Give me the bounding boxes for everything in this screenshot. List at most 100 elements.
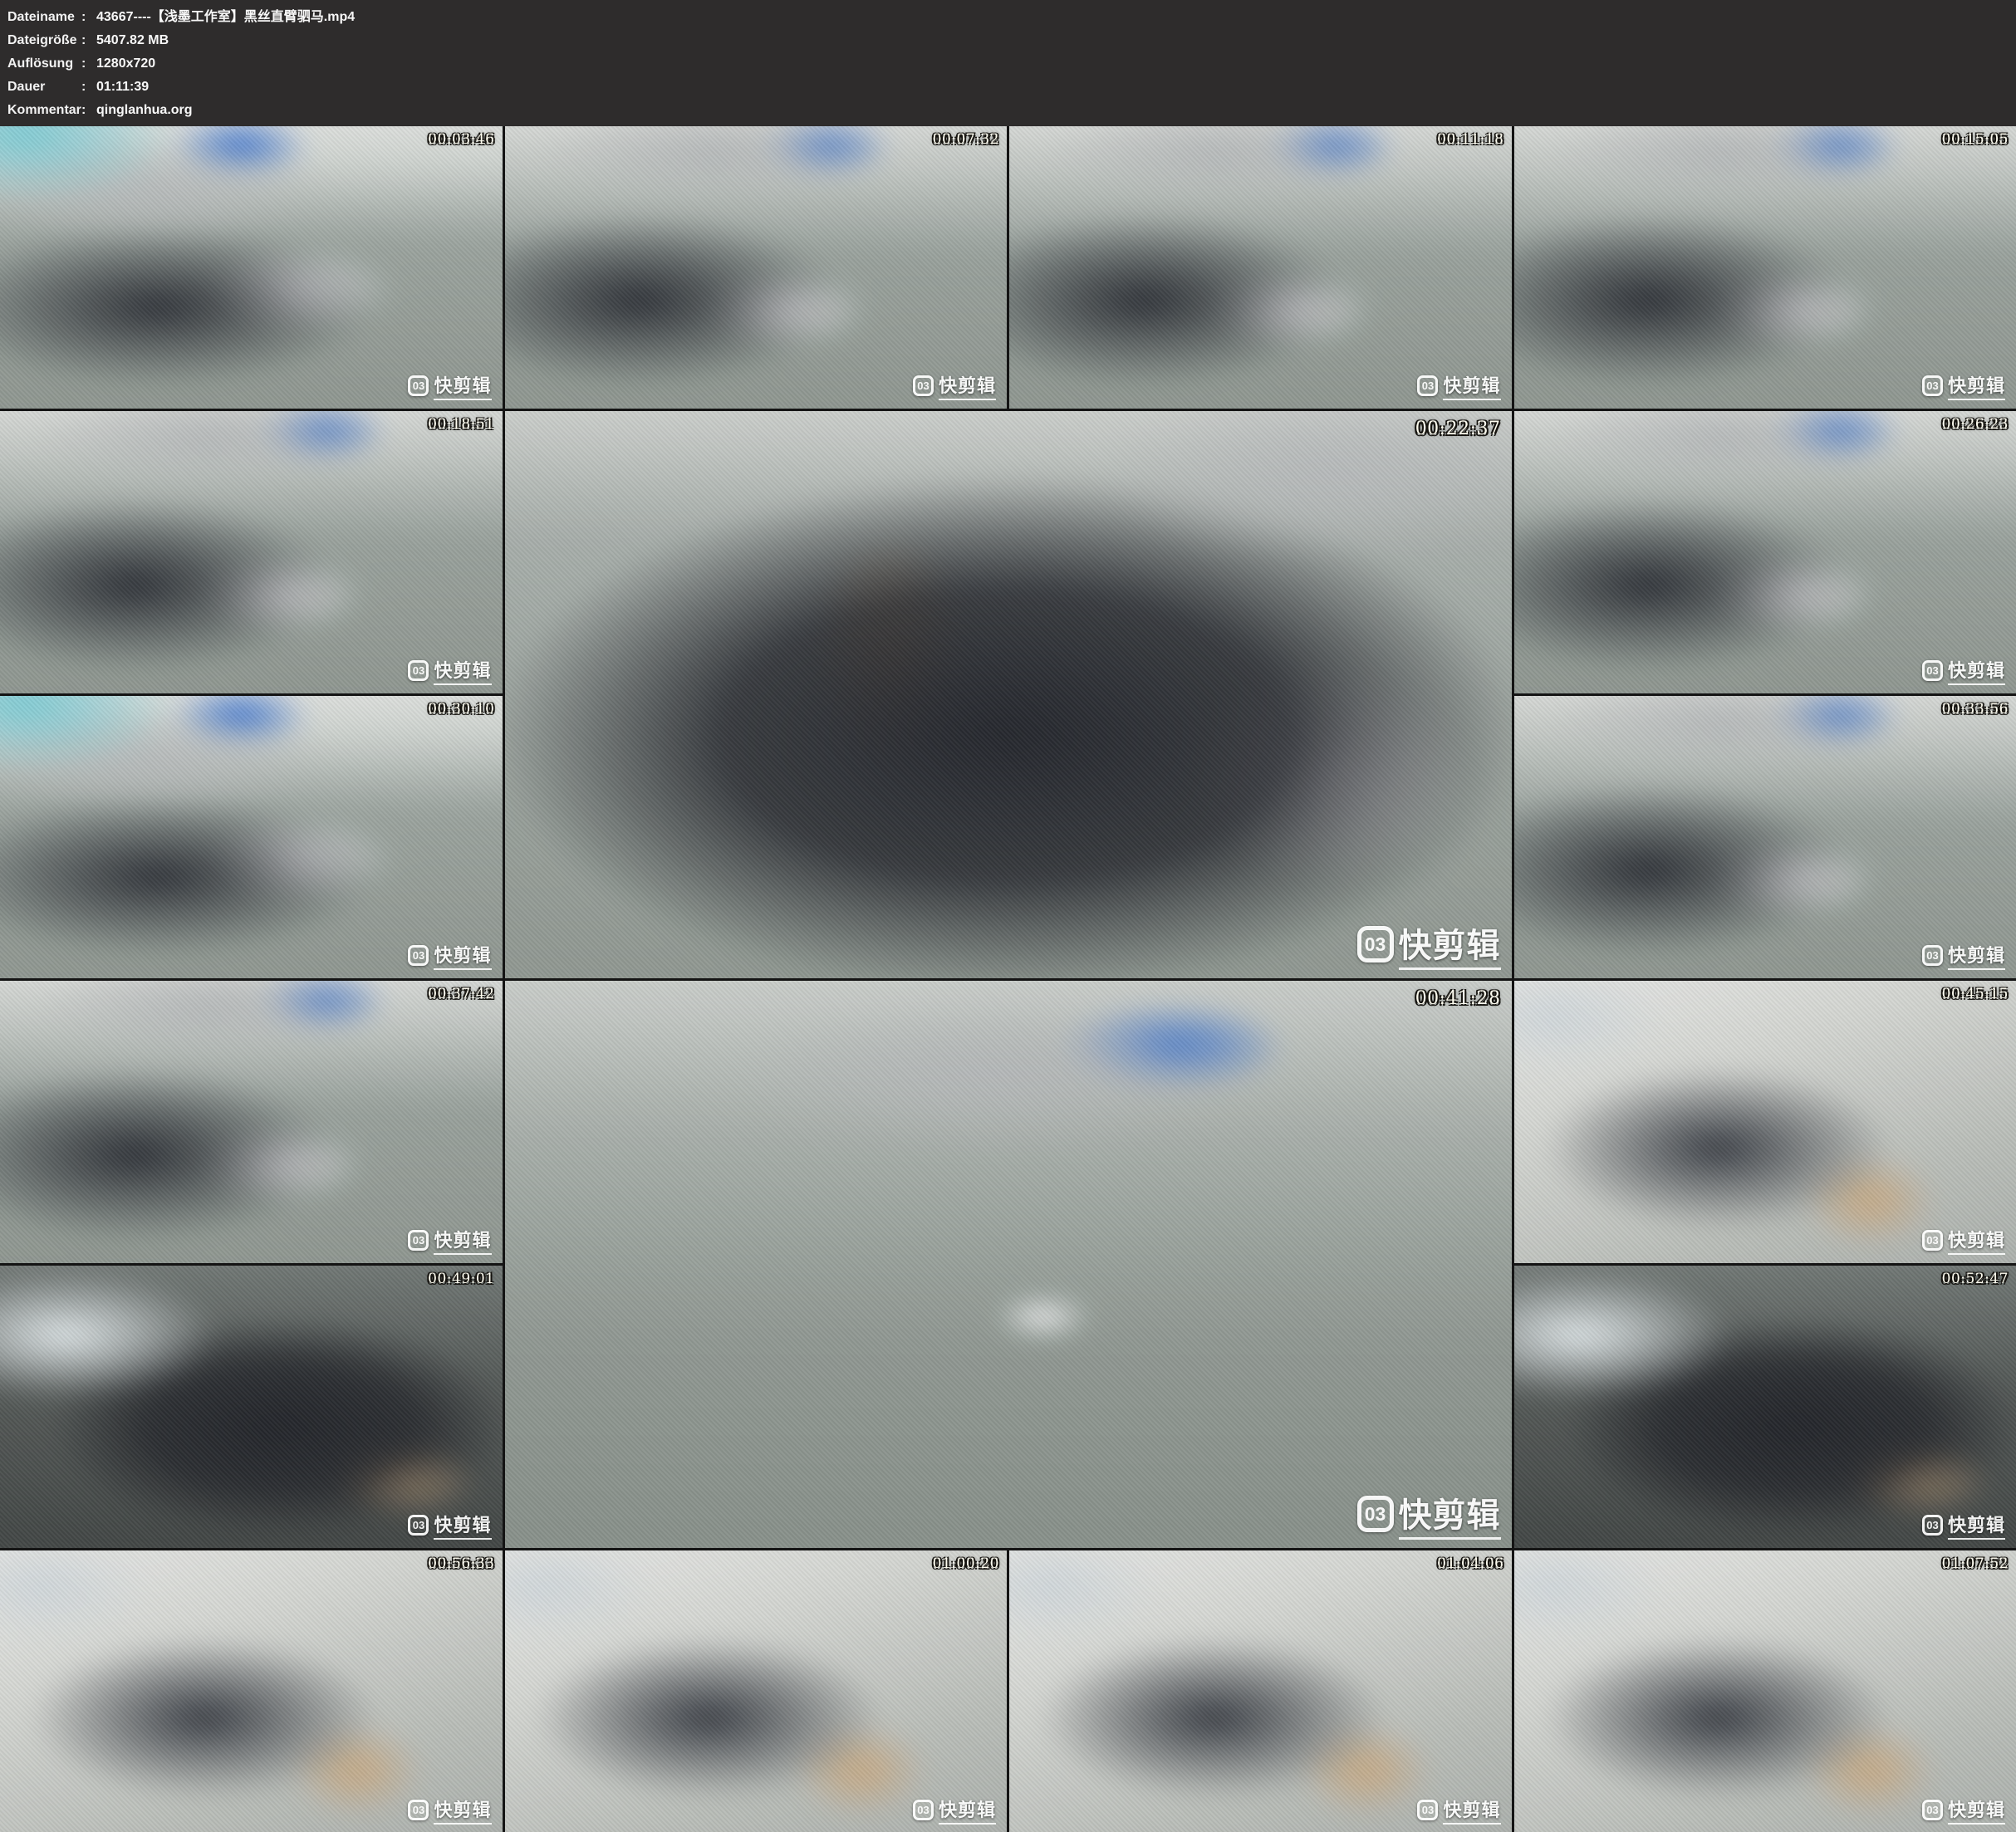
watermark: 03 快剪辑: [1922, 1226, 2005, 1255]
kuaijianji-logo-icon: 03: [1417, 375, 1438, 396]
timestamp-overlay: 00:41:28: [1415, 988, 1501, 1009]
timestamp-overlay: 00:18:51: [428, 416, 494, 433]
video-thumbnail: 00:45:15 03 快剪辑: [1514, 981, 2016, 1263]
watermark-text: 快剪辑: [434, 941, 491, 970]
watermark: 03 快剪辑: [1922, 371, 2005, 400]
video-thumbnail: 00:15:05 03 快剪辑: [1514, 126, 2016, 409]
watermark-text: 快剪辑: [434, 1226, 491, 1255]
watermark: 03 快剪辑: [1922, 941, 2005, 970]
timestamp-overlay: 01:00:20: [933, 1555, 999, 1572]
watermark-text: 快剪辑: [434, 1795, 491, 1825]
timestamp-overlay: 00:52:47: [1942, 1271, 2009, 1287]
thumbnail-image-placeholder: [0, 126, 503, 409]
meta-separator: :: [81, 6, 96, 29]
kuaijianji-logo-icon: 03: [1922, 945, 1943, 966]
watermark: 03 快剪辑: [1417, 1795, 1500, 1825]
kuaijianji-logo-icon: 03: [913, 375, 934, 396]
video-thumbnail: 00:33:56 03 快剪辑: [1514, 696, 2016, 978]
filesize-value: 5407.82 MB: [96, 29, 169, 52]
watermark: 03 快剪辑: [408, 371, 491, 400]
watermark: 03 快剪辑: [408, 1795, 491, 1825]
watermark: 03 快剪辑: [1357, 918, 1501, 970]
kuaijianji-logo-icon: 03: [408, 945, 429, 966]
video-thumbnail: 00:11:18 03 快剪辑: [1009, 126, 1512, 409]
meta-separator: :: [81, 52, 96, 76]
video-thumbnail: 00:18:51 03 快剪辑: [0, 411, 503, 693]
meta-separator: :: [81, 76, 96, 99]
video-thumbnail-large: 00:22:37 03 快剪辑: [505, 411, 1512, 978]
watermark-text: 快剪辑: [1948, 371, 2005, 400]
kuaijianji-logo-icon: 03: [408, 660, 429, 681]
filename-value: 43667----【浅墨工作室】黑丝直臂驷马.mp4: [96, 6, 355, 29]
meta-label: Dateiname: [7, 6, 81, 29]
watermark-text: 快剪辑: [1948, 941, 2005, 970]
watermark: 03 快剪辑: [913, 371, 996, 400]
timestamp-overlay: 00:30:10: [428, 701, 494, 718]
watermark: 03 快剪辑: [1922, 1795, 2005, 1825]
timestamp-overlay: 00:22:37: [1415, 419, 1501, 439]
thumbnail-image-placeholder: [0, 696, 503, 978]
resolution-value: 1280x720: [96, 52, 155, 76]
watermark: 03 快剪辑: [1357, 1488, 1501, 1540]
timestamp-overlay: 00:49:01: [428, 1271, 494, 1287]
kuaijianji-logo-icon: 03: [408, 1230, 429, 1251]
thumbnail-image-placeholder: [0, 411, 503, 693]
timestamp-overlay: 00:03:46: [428, 131, 494, 148]
watermark-text: 快剪辑: [1443, 1795, 1500, 1825]
thumbnail-image-placeholder: [505, 1550, 1008, 1832]
watermark: 03 快剪辑: [408, 656, 491, 685]
duration-value: 01:11:39: [96, 76, 149, 99]
watermark-text: 快剪辑: [1399, 918, 1501, 970]
metadata-header: Dateiname : 43667----【浅墨工作室】黑丝直臂驷马.mp4 D…: [0, 0, 2016, 126]
video-thumbnail: 00:49:01 03 快剪辑: [0, 1266, 503, 1548]
kuaijianji-logo-icon: 03: [913, 1800, 934, 1820]
timestamp-overlay: 00:15:05: [1942, 131, 2009, 148]
thumbnail-image-placeholder: [505, 981, 1512, 1548]
watermark-text: 快剪辑: [1948, 656, 2005, 685]
video-thumbnail: 00:07:32 03 快剪辑: [505, 126, 1008, 409]
watermark: 03 快剪辑: [408, 1511, 491, 1540]
kuaijianji-logo-icon: 03: [1922, 1515, 1943, 1536]
meta-row-filename: Dateiname : 43667----【浅墨工作室】黑丝直臂驷马.mp4: [7, 6, 2016, 29]
kuaijianji-logo-icon: 03: [1922, 1230, 1943, 1251]
timestamp-overlay: 00:56:33: [428, 1555, 494, 1572]
watermark: 03 快剪辑: [1922, 656, 2005, 685]
timestamp-overlay: 00:33:56: [1942, 701, 2009, 718]
kuaijianji-logo-icon: 03: [408, 375, 429, 396]
meta-row-resolution: Auflösung : 1280x720: [7, 52, 2016, 76]
kuaijianji-logo-icon: 03: [408, 1800, 429, 1820]
watermark-text: 快剪辑: [434, 371, 491, 400]
meta-label: Dateigröße: [7, 29, 81, 52]
kuaijianji-logo-icon: 03: [1357, 1496, 1394, 1532]
thumbnail-image-placeholder: [1514, 696, 2016, 978]
thumbnail-image-placeholder: [0, 1266, 503, 1548]
timestamp-overlay: 00:37:42: [428, 986, 494, 1002]
video-thumbnail: 01:07:52 03 快剪辑: [1514, 1550, 2016, 1832]
thumbnail-image-placeholder: [1514, 411, 2016, 693]
video-thumbnail: 00:52:47 03 快剪辑: [1514, 1266, 2016, 1548]
timestamp-overlay: 01:04:06: [1437, 1555, 1503, 1572]
meta-label: Dauer: [7, 76, 81, 99]
timestamp-overlay: 01:07:52: [1942, 1555, 2009, 1572]
thumbnail-image-placeholder: [0, 981, 503, 1263]
video-thumbnail-large: 00:41:28 03 快剪辑: [505, 981, 1512, 1548]
thumbnail-image-placeholder: [505, 126, 1008, 409]
kuaijianji-logo-icon: 03: [1922, 1800, 1943, 1820]
watermark-text: 快剪辑: [939, 371, 996, 400]
meta-row-duration: Dauer : 01:11:39: [7, 76, 2016, 99]
watermark: 03 快剪辑: [408, 941, 491, 970]
watermark: 03 快剪辑: [408, 1226, 491, 1255]
meta-label: Kommentar: [7, 99, 81, 122]
timestamp-overlay: 00:07:32: [933, 131, 999, 148]
kuaijianji-logo-icon: 03: [1922, 375, 1943, 396]
watermark: 03 快剪辑: [913, 1795, 996, 1825]
watermark-text: 快剪辑: [1948, 1795, 2005, 1825]
watermark: 03 快剪辑: [1417, 371, 1500, 400]
thumbnail-image-placeholder: [1514, 1266, 2016, 1548]
meta-row-comment: Kommentar : qinglanhua.org: [7, 99, 2016, 122]
video-thumbnail: 00:37:42 03 快剪辑: [0, 981, 503, 1263]
thumbnail-image-placeholder: [1009, 126, 1512, 409]
video-thumbnail: 00:30:10 03 快剪辑: [0, 696, 503, 978]
video-thumbnail: 00:56:33 03 快剪辑: [0, 1550, 503, 1832]
meta-separator: :: [81, 29, 96, 52]
